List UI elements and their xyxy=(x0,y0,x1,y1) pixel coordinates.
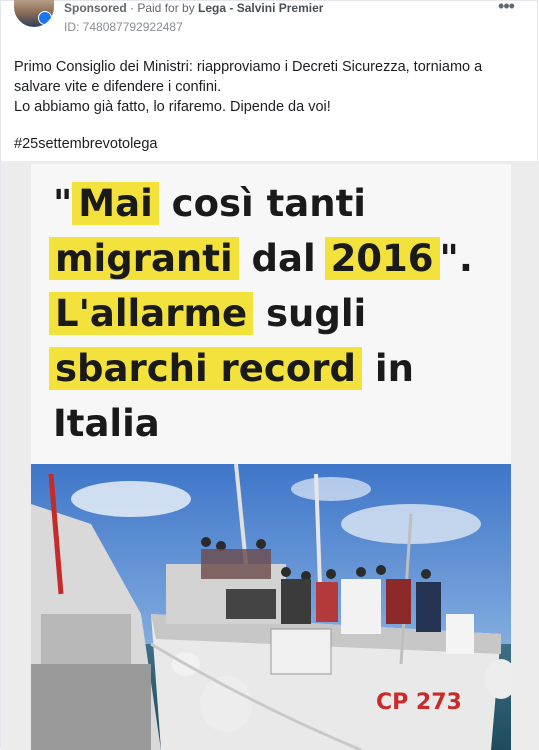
migrant-boat-photo: CP 273 xyxy=(31,464,511,750)
verified-badge-icon xyxy=(38,11,52,25)
hashtag-link[interactable]: #25settembrevotolega xyxy=(14,136,158,152)
headline-text: dal xyxy=(238,237,329,280)
ad-id: ID: 748087792922487 xyxy=(64,20,183,34)
highlight-word: sbarchi record xyxy=(49,347,362,390)
boat-number-label: CP 273 xyxy=(376,690,462,715)
headline-text: così tanti xyxy=(158,182,366,225)
sponsored-post-card: Sponsored · Paid for by Lega - Salvini P… xyxy=(0,0,539,750)
quote-mark: " xyxy=(53,182,73,225)
page-name-link[interactable]: Lega - Salvini Premier xyxy=(198,1,323,15)
sponsored-label: Sponsored xyxy=(64,1,127,15)
highlight-word: 2016 xyxy=(324,237,440,280)
post-header: Sponsored · Paid for by Lega - Salvini P… xyxy=(64,1,323,15)
post-text: Primo Consiglio dei Ministri: riapprovia… xyxy=(14,57,524,117)
post-text-line: Lo abbiamo già fatto, lo rifaremo. Dipen… xyxy=(14,99,331,115)
paid-for-label: · Paid for by xyxy=(126,1,199,15)
highlight-word: L'allarme xyxy=(49,292,254,335)
headline-text: sugli xyxy=(253,292,367,335)
headline-text: Italia xyxy=(53,402,160,445)
highlight-word: migranti xyxy=(49,237,239,280)
highlight-word: Mai xyxy=(72,182,159,225)
more-horizontal-icon[interactable]: ••• xyxy=(494,0,518,17)
post-text-line: Primo Consiglio dei Ministri: riapprovia… xyxy=(14,59,483,95)
headline-text: ". xyxy=(439,237,473,280)
headline-text: in xyxy=(362,347,414,390)
avatar[interactable] xyxy=(14,0,54,27)
